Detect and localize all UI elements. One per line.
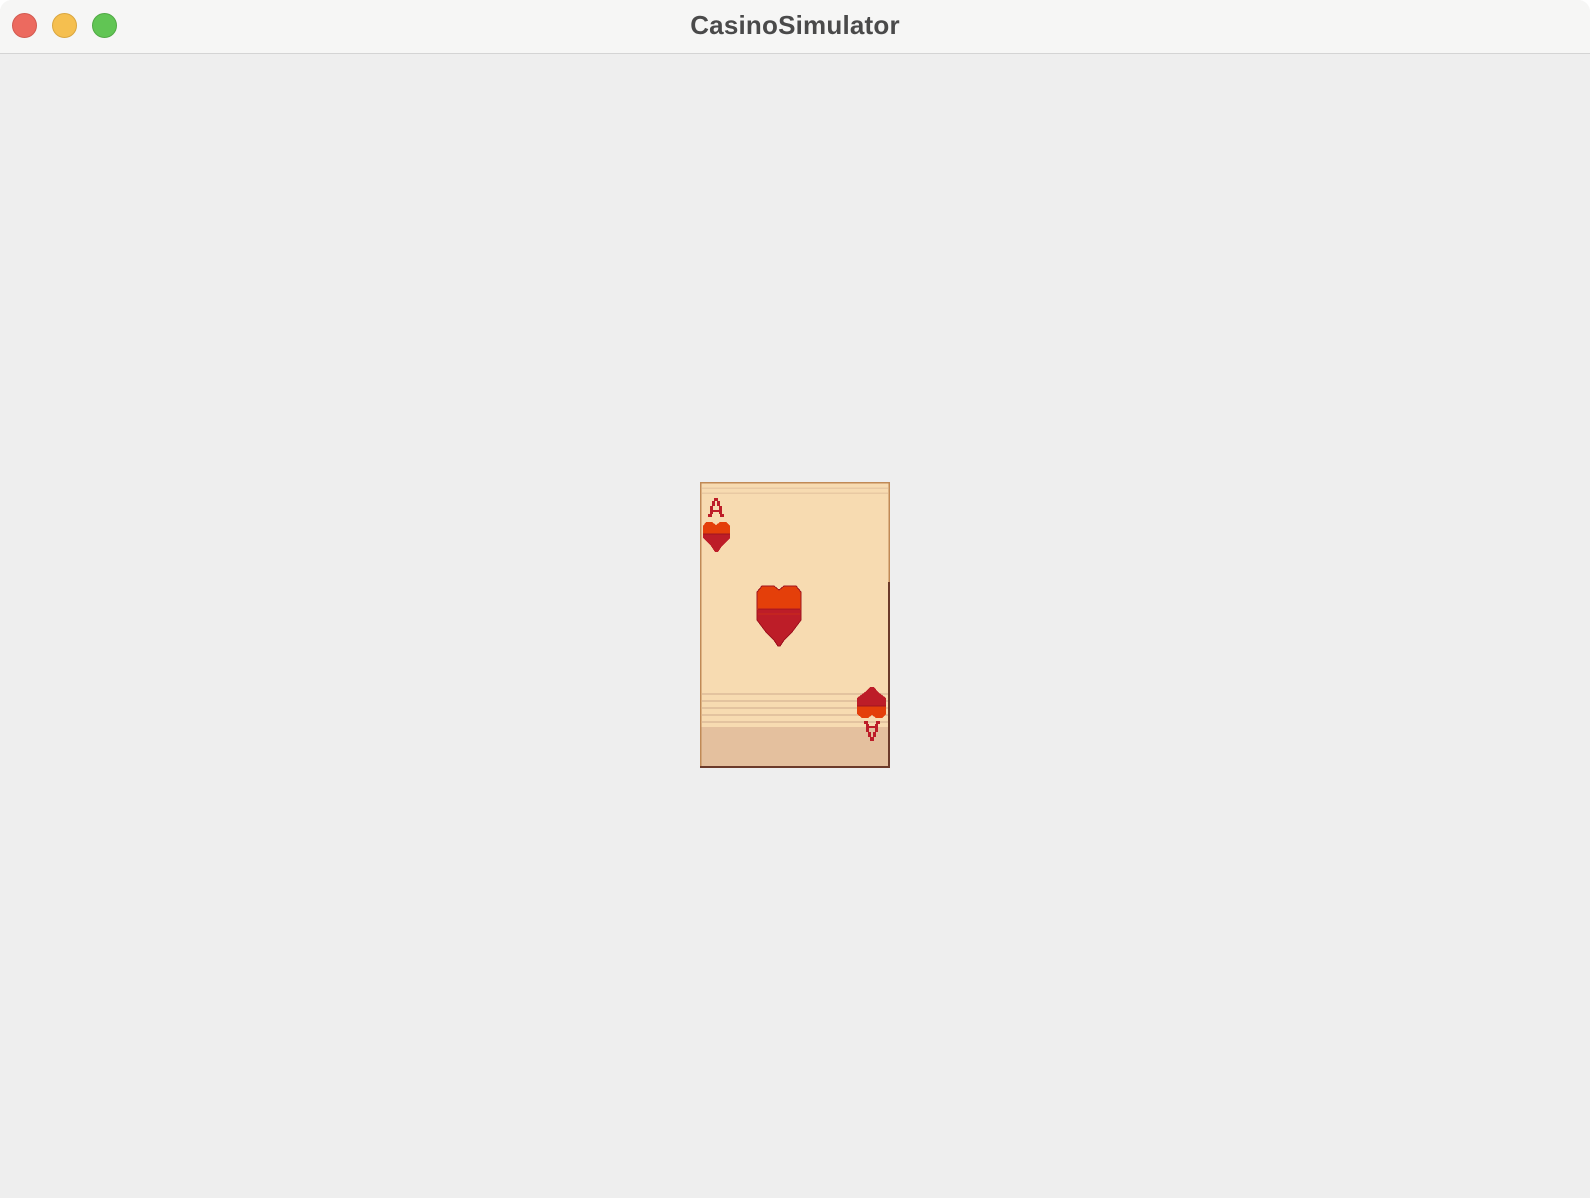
window-title: CasinoSimulator — [690, 10, 900, 40]
playing-card-ace-of-hearts[interactable] — [700, 482, 890, 768]
app-window: CasinoSimulator — [0, 0, 1590, 1198]
card-bottom-band — [700, 727, 890, 768]
title-bar[interactable]: CasinoSimulator — [0, 0, 1590, 54]
